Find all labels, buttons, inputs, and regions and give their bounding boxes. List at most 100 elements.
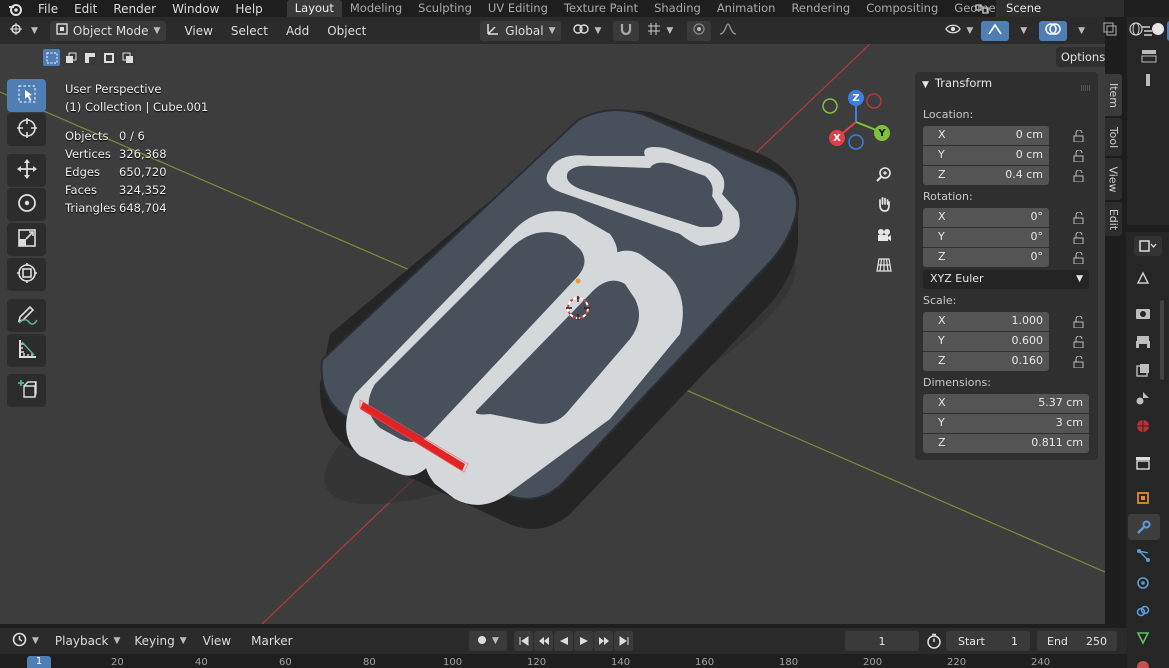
menu-window[interactable]: Window	[164, 1, 227, 17]
sidebar-tab-edit[interactable]: Edit	[1105, 202, 1122, 236]
transform-tool[interactable]	[7, 258, 46, 291]
menu-file[interactable]: File	[30, 1, 66, 17]
perspective-grid-icon[interactable]	[872, 253, 896, 277]
lock-icon[interactable]	[1073, 169, 1085, 183]
scene-selector[interactable]: Scene	[996, 0, 1124, 17]
auto-keying-toggle[interactable]: ▼	[469, 631, 507, 651]
select-invert-icon[interactable]	[100, 49, 117, 66]
play-reverse-icon[interactable]	[554, 631, 573, 651]
add-cube-tool[interactable]	[7, 374, 46, 407]
output-properties-icon[interactable]	[1133, 332, 1153, 352]
panel-drag-handle[interactable]	[1081, 80, 1091, 91]
pivot-point-button[interactable]: ▼	[567, 21, 607, 41]
select-new-icon[interactable]	[43, 49, 60, 66]
menu-add[interactable]: Add	[280, 21, 315, 41]
scene-properties-icon[interactable]	[1133, 388, 1153, 408]
tool-properties-icon[interactable]	[1133, 268, 1153, 288]
outliner-more-icon[interactable]	[1143, 73, 1157, 89]
lock-icon[interactable]	[1073, 149, 1085, 163]
gizmo-z-axis[interactable]: Z	[848, 90, 864, 106]
end-frame-field[interactable]: End 250	[1037, 631, 1117, 651]
transform-panel-header[interactable]: ▼ Transform	[922, 76, 992, 90]
playhead[interactable]: 1	[27, 656, 51, 668]
transform-orientation-selector[interactable]: Global ▼	[480, 20, 562, 41]
scene-selector-icon[interactable]	[972, 1, 992, 16]
dimensions-y-field[interactable]: Y3 cm	[923, 414, 1089, 433]
xray-toggle[interactable]	[1097, 21, 1123, 41]
menu-select[interactable]: Select	[225, 21, 274, 41]
sidebar-tab-view[interactable]: View	[1105, 158, 1122, 200]
jump-keyframe-back-icon[interactable]	[534, 631, 553, 651]
gizmo-toggle[interactable]	[981, 20, 1010, 41]
location-z-field[interactable]: Z 0.4 cm	[923, 166, 1049, 185]
measure-tool[interactable]	[7, 334, 46, 367]
select-intersect-icon[interactable]	[119, 49, 136, 66]
tab-layout[interactable]: Layout	[286, 0, 342, 17]
camera-view-icon[interactable]	[872, 223, 896, 247]
location-y-field[interactable]: Y0 cm	[923, 146, 1049, 165]
menu-edit[interactable]: Edit	[66, 1, 105, 17]
menu-help[interactable]: Help	[227, 1, 270, 17]
tab-compositing[interactable]: Compositing	[858, 0, 946, 17]
rotate-tool[interactable]	[7, 188, 46, 221]
tab-sculpting[interactable]: Sculpting	[410, 0, 480, 17]
lock-icon[interactable]	[1073, 211, 1085, 225]
proportional-editing-toggle[interactable]	[687, 20, 712, 41]
scale-z-field[interactable]: Z 0.160	[923, 352, 1049, 371]
timeline-ruler[interactable]: 1 20 40 60 80 100 120 140 160 180 200 22…	[0, 654, 1127, 668]
collection-properties-icon[interactable]	[1133, 453, 1153, 473]
proportional-falloff-button[interactable]	[713, 21, 743, 41]
select-extend-icon[interactable]	[62, 49, 79, 66]
lock-icon[interactable]	[1073, 335, 1085, 349]
sidebar-tab-item[interactable]: Item	[1105, 74, 1122, 116]
lock-icon[interactable]	[1073, 129, 1085, 143]
menu-keying[interactable]: Keying ▼	[128, 631, 192, 651]
jump-end-icon[interactable]	[614, 631, 633, 651]
world-properties-icon[interactable]	[1133, 416, 1153, 436]
render-properties-icon[interactable]	[1133, 303, 1153, 323]
timer-icon[interactable]	[926, 633, 944, 649]
blender-logo-icon[interactable]	[0, 2, 30, 16]
visibility-button[interactable]: ▼	[939, 21, 979, 41]
options-button[interactable]: Options▼	[1056, 47, 1105, 67]
tab-texture-paint[interactable]: Texture Paint	[556, 0, 646, 17]
outliner-filter-icon[interactable]	[1141, 49, 1159, 65]
overlays-toggle[interactable]	[1039, 20, 1068, 41]
tab-uv-editing[interactable]: UV Editing	[480, 0, 556, 17]
scale-y-field[interactable]: Y 0.600	[923, 332, 1049, 351]
lock-icon[interactable]	[1073, 315, 1085, 329]
object-properties-icon[interactable]	[1133, 488, 1153, 508]
menu-playback[interactable]: Playback ▼	[49, 631, 126, 651]
play-icon[interactable]	[574, 631, 593, 651]
material-properties-icon[interactable]	[1133, 655, 1153, 668]
jump-keyframe-forward-icon[interactable]	[594, 631, 613, 651]
snap-toggle[interactable]	[613, 20, 640, 41]
lock-icon[interactable]	[1073, 231, 1085, 245]
pan-hand-icon[interactable]	[872, 192, 896, 216]
view-layer-properties-icon[interactable]	[1133, 360, 1153, 380]
scale-tool[interactable]	[7, 223, 46, 256]
rotation-mode-select[interactable]: XYZ Euler ▼	[923, 270, 1089, 289]
shading-wireframe-button[interactable]	[1123, 21, 1149, 41]
properties-editor-type-icon[interactable]	[1134, 236, 1162, 256]
gizmo-x-axis[interactable]: X	[829, 130, 845, 146]
menu-render[interactable]: Render	[105, 1, 164, 17]
constraints-properties-icon[interactable]	[1133, 601, 1153, 621]
particles-properties-icon[interactable]	[1133, 545, 1153, 565]
tab-rendering[interactable]: Rendering	[783, 0, 858, 17]
rotation-z-field[interactable]: Z 0°	[923, 248, 1049, 267]
scale-x-field[interactable]: X 1.000	[923, 312, 1049, 331]
data-properties-icon[interactable]	[1133, 628, 1153, 648]
snap-target-button[interactable]: ▼	[641, 21, 679, 41]
jump-start-icon[interactable]	[514, 631, 533, 651]
dimensions-x-field[interactable]: X 5.37 cm	[923, 394, 1089, 413]
3d-viewport[interactable]: Z X Y User Perspective (1) Collection | …	[0, 44, 1105, 624]
shading-solid-button[interactable]	[1149, 21, 1167, 41]
physics-properties-icon[interactable]	[1133, 573, 1153, 593]
tab-animation[interactable]: Animation	[709, 0, 784, 17]
timeline-editor-type-button[interactable]: ▼	[6, 631, 45, 651]
sidebar-tab-tool[interactable]: Tool	[1105, 118, 1122, 156]
tab-shading[interactable]: Shading	[646, 0, 709, 17]
lock-icon[interactable]	[1073, 355, 1085, 369]
rotation-x-field[interactable]: X 0°	[923, 208, 1049, 227]
